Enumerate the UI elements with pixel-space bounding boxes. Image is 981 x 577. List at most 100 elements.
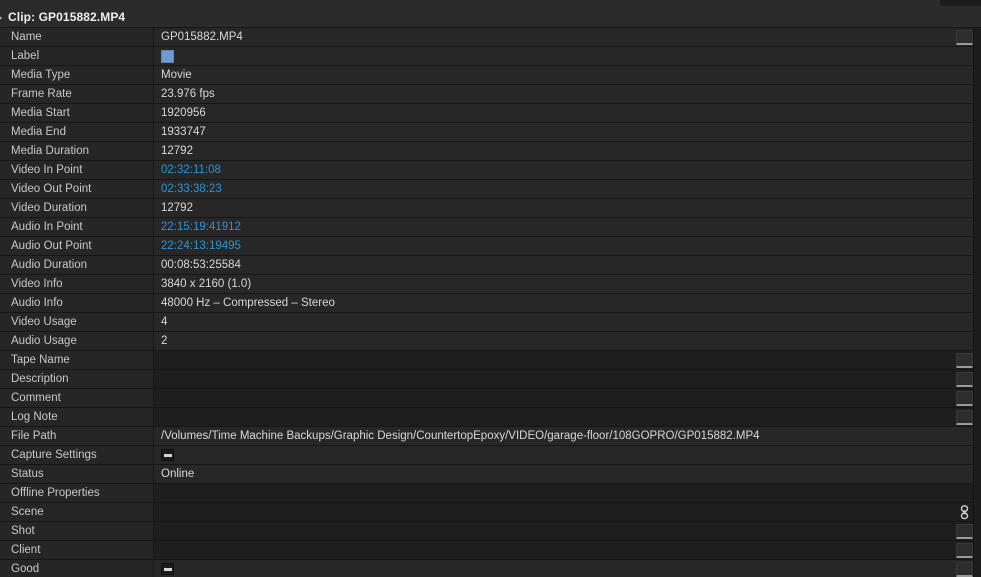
metadata-row[interactable]: Audio Usage 2 xyxy=(0,332,981,351)
metadata-row[interactable]: File Path/Volumes/Time Machine Backups/G… xyxy=(0,427,981,446)
metadata-row-value[interactable] xyxy=(154,351,981,369)
metadata-row-value[interactable]: 2 xyxy=(154,332,981,350)
field-edit-button[interactable] xyxy=(956,391,973,406)
metadata-row[interactable]: Label xyxy=(0,47,981,66)
metadata-row[interactable]: Media Start 1920956 xyxy=(0,104,981,123)
tri-state-checkbox[interactable] xyxy=(161,563,174,575)
metadata-row-value[interactable]: 12792 xyxy=(154,199,981,217)
field-edit-button[interactable] xyxy=(956,353,973,368)
metadata-row[interactable]: Audio Duration 00:08:53:25584 xyxy=(0,256,981,275)
metadata-row-label: Shot xyxy=(0,522,154,540)
metadata-row[interactable]: Shot xyxy=(0,522,981,541)
clip-header-title: Clip: GP015882.MP4 xyxy=(8,10,125,24)
metadata-row-label: Media End xyxy=(0,123,154,141)
metadata-row-label: File Path xyxy=(0,427,154,445)
metadata-row-value[interactable]: 02:32:11:08 xyxy=(154,161,981,179)
metadata-row-value[interactable]: 3840 x 2160 (1.0) xyxy=(154,275,981,293)
metadata-row-label: Client xyxy=(0,541,154,559)
metadata-row-value[interactable] xyxy=(154,370,981,388)
metadata-row[interactable]: Log Note xyxy=(0,408,981,427)
metadata-row[interactable]: Audio In Point 22:15:19:41912 xyxy=(0,218,981,237)
metadata-row[interactable]: Media Type Movie xyxy=(0,66,981,85)
metadata-row-label: Media Start xyxy=(0,104,154,122)
metadata-row[interactable]: Status Online xyxy=(0,465,981,484)
metadata-row-value[interactable]: Online xyxy=(154,465,981,483)
metadata-row[interactable]: Offline Properties xyxy=(0,484,981,503)
metadata-row-value[interactable] xyxy=(154,503,981,521)
metadata-row-value[interactable] xyxy=(154,541,981,559)
metadata-row[interactable]: Description xyxy=(0,370,981,389)
triangle-right-icon[interactable] xyxy=(0,6,8,28)
metadata-row-label: Name xyxy=(0,28,154,46)
metadata-row-label: Video Out Point xyxy=(0,180,154,198)
metadata-row[interactable]: Scene xyxy=(0,503,981,522)
metadata-row-value[interactable]: 1920956 xyxy=(154,104,981,122)
field-edit-button[interactable] xyxy=(956,543,973,558)
metadata-row-value[interactable]: 48000 Hz – Compressed – Stereo xyxy=(154,294,981,312)
metadata-row-value[interactable]: 23.976 fps xyxy=(154,85,981,103)
metadata-row-label: Video In Point xyxy=(0,161,154,179)
metadata-row[interactable]: Client xyxy=(0,541,981,560)
metadata-row-value[interactable]: 1933747 xyxy=(154,123,981,141)
field-edit-button[interactable] xyxy=(956,524,973,539)
metadata-row[interactable]: Media Duration 12792 xyxy=(0,142,981,161)
metadata-row[interactable]: Tape Name xyxy=(0,351,981,370)
metadata-row-value[interactable]: Movie xyxy=(154,66,981,84)
metadata-row-label: Media Duration xyxy=(0,142,154,160)
metadata-row-list: Name GP015882.MP4 Label Media Type Movie Fram… xyxy=(0,28,981,577)
metadata-row-label: Audio Info xyxy=(0,294,154,312)
metadata-row[interactable]: Frame Rate 23.976 fps xyxy=(0,85,981,104)
metadata-row[interactable]: Media End 1933747 xyxy=(0,123,981,142)
metadata-row[interactable]: Audio Out Point 22:24:13:19495 xyxy=(0,237,981,256)
tri-state-checkbox[interactable] xyxy=(161,449,174,461)
metadata-row-value[interactable] xyxy=(154,389,981,407)
metadata-row-label: Status xyxy=(0,465,154,483)
right-gutter xyxy=(974,28,981,577)
metadata-row-value[interactable]: 02:33:38:23 xyxy=(154,180,981,198)
metadata-row-label: Video Info xyxy=(0,275,154,293)
label-color-swatch[interactable] xyxy=(161,49,174,63)
metadata-row-value[interactable]: GP015882.MP4 xyxy=(154,28,981,46)
metadata-row-value[interactable]: 4 xyxy=(154,313,981,331)
metadata-row-label: Log Note xyxy=(0,408,154,426)
metadata-row[interactable]: Name GP015882.MP4 xyxy=(0,28,981,47)
metadata-row-value[interactable]: 22:24:13:19495 xyxy=(154,237,981,255)
metadata-row-value[interactable]: 12792 xyxy=(154,142,981,160)
metadata-row-label: Label xyxy=(0,47,154,65)
metadata-row-label: Offline Properties xyxy=(0,484,154,502)
metadata-row[interactable]: Video Out Point 02:33:38:23 xyxy=(0,180,981,199)
field-edit-button[interactable] xyxy=(956,562,973,577)
metadata-row-label: Scene xyxy=(0,503,154,521)
field-edit-button[interactable] xyxy=(956,410,973,425)
metadata-row-label: Comment xyxy=(0,389,154,407)
right-gutter-divider xyxy=(973,28,974,577)
metadata-row-label: Video Usage xyxy=(0,313,154,331)
metadata-row-value[interactable] xyxy=(154,408,981,426)
metadata-row-value[interactable] xyxy=(154,47,981,65)
metadata-row[interactable]: Audio Info 48000 Hz – Compressed – Stereo xyxy=(0,294,981,313)
metadata-row-label: Audio In Point xyxy=(0,218,154,236)
metadata-row[interactable]: Video Usage 4 xyxy=(0,313,981,332)
chain-link-icon[interactable] xyxy=(957,505,972,520)
metadata-row-label: Capture Settings xyxy=(0,446,154,464)
metadata-row[interactable]: Good xyxy=(0,560,981,577)
metadata-row[interactable]: Comment xyxy=(0,389,981,408)
clip-header-bar[interactable]: Clip: GP015882.MP4 xyxy=(0,6,981,28)
field-edit-button[interactable] xyxy=(956,372,973,387)
metadata-row-value[interactable] xyxy=(154,484,981,502)
field-edit-button[interactable] xyxy=(956,30,973,45)
metadata-row[interactable]: Video Duration 12792 xyxy=(0,199,981,218)
metadata-row[interactable]: Video Info 3840 x 2160 (1.0) xyxy=(0,275,981,294)
metadata-row-value[interactable]: 22:15:19:41912 xyxy=(154,218,981,236)
metadata-row-label: Media Type xyxy=(0,66,154,84)
metadata-row-value[interactable] xyxy=(154,446,981,464)
metadata-row[interactable]: Video In Point 02:32:11:08 xyxy=(0,161,981,180)
metadata-row[interactable]: Capture Settings xyxy=(0,446,981,465)
clip-header-name: GP015882.MP4 xyxy=(38,9,126,24)
metadata-row-value[interactable]: /Volumes/Time Machine Backups/Graphic De… xyxy=(154,427,981,445)
metadata-row-label: Tape Name xyxy=(0,351,154,369)
metadata-row-value[interactable] xyxy=(154,522,981,540)
metadata-row-label: Description xyxy=(0,370,154,388)
metadata-row-value[interactable]: 00:08:53:25584 xyxy=(154,256,981,274)
metadata-row-value[interactable] xyxy=(154,560,981,577)
